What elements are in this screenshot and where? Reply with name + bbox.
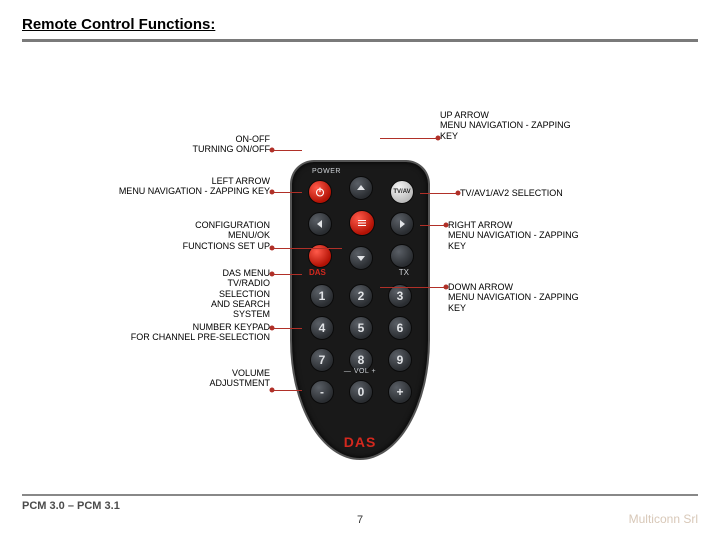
- callout-line: ADJUSTMENT: [180, 378, 270, 388]
- leader-line: [272, 150, 302, 151]
- keypad-5: 5: [349, 316, 373, 340]
- callout-line: AND SEARCH: [170, 299, 270, 309]
- chevron-left-icon: [314, 218, 326, 230]
- callout-down-arrow: DOWN ARROW MENU NAVIGATION - ZAPPING KEY: [448, 282, 618, 313]
- footer-right: Multiconn Srl: [629, 512, 698, 526]
- callout-line: MENU NAVIGATION - ZAPPING: [448, 292, 618, 302]
- leader-line: [272, 390, 302, 391]
- page-title: Remote Control Functions:: [22, 16, 698, 37]
- callout-line: TURNING ON/OFF: [140, 144, 270, 154]
- callout-line: FUNCTIONS SET UP: [150, 241, 270, 251]
- callout-up-arrow: UP ARROW MENU NAVIGATION - ZAPPING KEY: [440, 110, 610, 141]
- tv-av-button: TV/AV: [390, 180, 414, 204]
- footer-rule: [22, 494, 698, 496]
- callout-line: LEFT ARROW: [100, 176, 270, 186]
- callout-line: TV/RADIO: [170, 278, 270, 288]
- callout-line: RIGHT ARROW: [448, 220, 618, 230]
- leader-line: [420, 225, 446, 226]
- leader-line: [380, 287, 446, 288]
- callout-line: KEY: [448, 303, 618, 313]
- callout-line: MENU/OK: [150, 230, 270, 240]
- title-underline: [22, 39, 698, 42]
- remote-brand: DAS: [292, 434, 428, 450]
- leader-dot-icon: [270, 246, 275, 251]
- callout-config: CONFIGURATION MENU/OK FUNCTIONS SET UP: [150, 220, 270, 251]
- keypad-4: 4: [310, 316, 334, 340]
- keypad-2: 2: [349, 284, 373, 308]
- chevron-right-icon: [396, 218, 408, 230]
- right-arrow-button: [390, 212, 414, 236]
- callout-line: DOWN ARROW: [448, 282, 618, 292]
- das-label: DAS: [309, 268, 326, 277]
- up-arrow-button: [349, 176, 373, 200]
- leader-dot-icon: [444, 223, 449, 228]
- leader-line: [272, 192, 302, 193]
- leader-dot-icon: [270, 148, 275, 153]
- leader-dot-icon: [456, 191, 461, 196]
- page-number: 7: [0, 514, 720, 526]
- callout-line: UP ARROW: [440, 110, 610, 120]
- callout-line: ON-OFF: [140, 134, 270, 144]
- menu-icon: [356, 217, 368, 229]
- down-arrow-button: [349, 246, 373, 270]
- callout-line: CONFIGURATION: [150, 220, 270, 230]
- leader-dot-icon: [444, 285, 449, 290]
- leader-dot-icon: [270, 190, 275, 195]
- leader-dot-icon: [436, 136, 441, 141]
- tx-button: [390, 244, 414, 268]
- chevron-up-icon: [355, 182, 367, 194]
- callout-line: KEY: [440, 131, 610, 141]
- callout-das-menu: DAS MENU TV/RADIO SELECTION AND SEARCH S…: [170, 268, 270, 320]
- leader-line: [272, 328, 302, 329]
- callout-keypad: NUMBER KEYPAD FOR CHANNEL PRE-SELECTION: [110, 322, 270, 343]
- power-button: [308, 180, 332, 204]
- keypad-1: 1: [310, 284, 334, 308]
- callout-volume: VOLUME ADJUSTMENT: [180, 368, 270, 389]
- callout-line: MENU NAVIGATION - ZAPPING KEY: [100, 186, 270, 196]
- callout-line: SYSTEM: [170, 309, 270, 319]
- leader-line: [380, 138, 438, 139]
- callout-line: NUMBER KEYPAD: [110, 322, 270, 332]
- callout-line: KEY: [448, 241, 618, 251]
- callout-line: MENU NAVIGATION - ZAPPING: [448, 230, 618, 240]
- leader-dot-icon: [270, 388, 275, 393]
- footer-left: PCM 3.0 – PCM 3.1: [22, 500, 120, 512]
- callout-line: TV/AV1/AV2 SELECTION: [460, 188, 630, 198]
- diagram-stage: POWER TV/AV: [0, 60, 720, 480]
- vol-minus-button: -: [310, 380, 334, 404]
- keypad-6: 6: [388, 316, 412, 340]
- tx-label: TX: [399, 268, 409, 277]
- callout-line: SELECTION: [170, 289, 270, 299]
- callout-line: DAS MENU: [170, 268, 270, 278]
- callout-line: VOLUME: [180, 368, 270, 378]
- callout-right-arrow: RIGHT ARROW MENU NAVIGATION - ZAPPING KE…: [448, 220, 618, 251]
- vol-label: — VOL +: [292, 368, 428, 375]
- remote-control: POWER TV/AV: [290, 160, 430, 460]
- callout-line: FOR CHANNEL PRE-SELECTION: [110, 332, 270, 342]
- callout-onoff: ON-OFF TURNING ON/OFF: [140, 134, 270, 155]
- power-icon: [314, 186, 326, 198]
- ok-button: [349, 210, 375, 236]
- callout-line: MENU NAVIGATION - ZAPPING: [440, 120, 610, 130]
- left-arrow-button: [308, 212, 332, 236]
- power-label: POWER: [312, 168, 341, 175]
- callout-left-arrow: LEFT ARROW MENU NAVIGATION - ZAPPING KEY: [100, 176, 270, 197]
- leader-line: [272, 274, 302, 275]
- leader-line: [420, 193, 458, 194]
- chevron-down-icon: [355, 252, 367, 264]
- keypad-0: 0: [349, 380, 373, 404]
- callout-tv-av: TV/AV1/AV2 SELECTION: [460, 188, 630, 198]
- vol-plus-button: +: [388, 380, 412, 404]
- leader-dot-icon: [270, 272, 275, 277]
- leader-dot-icon: [270, 326, 275, 331]
- leader-line: [272, 248, 342, 249]
